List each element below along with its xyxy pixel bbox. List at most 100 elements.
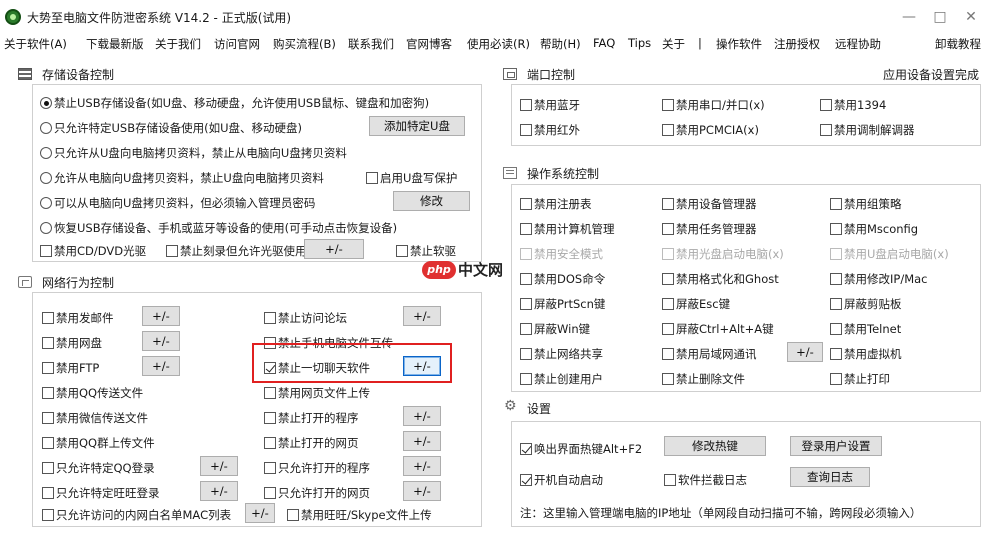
checkbox[interactable] [820,99,832,111]
disable-cd-dvd-checkbox[interactable]: 禁用CD/DVD光驱 [40,243,146,259]
checkbox[interactable] [264,462,276,474]
storage-radio-admin-password[interactable]: 可以从电脑向U盘拷贝资料，但必须输入管理员密码 [40,195,315,211]
query-log-button[interactable]: 查询日志 [790,467,870,487]
menu-uninstall-guide[interactable]: 卸载教程 [935,36,981,52]
block-burn-checkbox[interactable]: 禁止刻录但允许光驱使用 [166,243,307,259]
checkbox[interactable] [830,298,842,310]
menu-about-software[interactable]: 关于软件(A) [4,36,67,52]
menu-register[interactable]: 注册授权 [774,36,820,52]
storage-radio-block-usb[interactable]: 禁止USB存储设备(如U盘、移动硬盘，允许使用USB鼠标、键盘和加密狗) [40,95,429,111]
checkbox[interactable] [520,443,532,455]
checkbox[interactable] [830,223,842,235]
checkbox[interactable] [830,373,842,385]
checkbox[interactable] [520,348,532,360]
block-ftp-checkbox[interactable]: 禁用FTP [42,360,99,376]
menu-about[interactable]: 关于 [662,36,685,52]
checkbox[interactable] [396,245,408,257]
radio-button[interactable] [40,172,52,184]
checkbox[interactable] [520,373,532,385]
checkbox[interactable] [520,474,532,486]
minimize-button[interactable]: — [899,8,919,26]
radio-button[interactable] [40,222,52,234]
modify-hotkey-button[interactable]: 修改热键 [664,436,766,456]
menu-faq[interactable]: FAQ [593,36,615,50]
disable-dos-checkbox[interactable]: 禁用DOS命令 [520,271,605,287]
checkbox[interactable] [520,99,532,111]
checkbox[interactable] [520,124,532,136]
disable-device-manager-checkbox[interactable]: 禁用设备管理器 [662,196,757,212]
block-clipboard-checkbox[interactable]: 屏蔽剪贴板 [830,296,902,312]
block-esc-checkbox[interactable]: 屏蔽Esc键 [662,296,730,312]
checkbox[interactable] [662,323,674,335]
disable-infrared-checkbox[interactable]: 禁用红外 [520,122,580,138]
disable-registry-checkbox[interactable]: 禁用注册表 [520,196,592,212]
block-wangwang-skype-upload-checkbox[interactable]: 禁用旺旺/Skype文件上传 [287,507,432,523]
radio-button[interactable] [40,147,52,159]
menu-visit-site[interactable]: 访问官网 [214,36,260,52]
storage-radio-usb-to-pc[interactable]: 只允许从U盘向电脑拷贝资料，禁止从电脑向U盘拷贝资料 [40,145,347,161]
menu-download-latest[interactable]: 下载最新版 [86,36,144,52]
checkbox[interactable] [830,273,842,285]
wangwang-whitelist-button[interactable]: +/- [200,481,238,501]
block-create-user-checkbox[interactable]: 禁止创建用户 [520,371,603,387]
block-ctrl-alt-a-checkbox[interactable]: 屏蔽Ctrl+Alt+A键 [662,321,774,337]
menu-contact-us[interactable]: 联系我们 [348,36,394,52]
disable-modem-checkbox[interactable]: 禁用调制解调器 [820,122,915,138]
forum-options-button[interactable]: +/- [403,306,441,326]
checkbox[interactable] [366,172,378,184]
block-forum-checkbox[interactable]: 禁止访问论坛 [264,310,347,326]
radio-button[interactable] [40,97,52,109]
disable-1394-checkbox[interactable]: 禁用1394 [820,97,886,113]
block-print-checkbox[interactable]: 禁止打印 [830,371,890,387]
allow-webpages-button[interactable]: +/- [403,481,441,501]
menu-purchase-flow[interactable]: 购买流程(B) [273,36,336,52]
menu-about-us[interactable]: 关于我们 [155,36,201,52]
checkbox[interactable] [520,223,532,235]
modify-password-button[interactable]: 修改 [393,191,470,211]
login-user-settings-button[interactable]: 登录用户设置 [790,436,882,456]
disable-group-policy-checkbox[interactable]: 禁用组策略 [830,196,902,212]
checkbox[interactable] [42,412,54,424]
hotkey-checkbox[interactable]: 唤出界面热键Alt+F2 [520,441,642,457]
allow-webpages-checkbox[interactable]: 只允许打开的网页 [264,485,370,501]
mac-whitelist-checkbox[interactable]: 只允许访问的内网白名单MAC列表 [42,507,231,523]
disable-task-manager-checkbox[interactable]: 禁用任务管理器 [662,221,757,237]
disable-format-ghost-checkbox[interactable]: 禁用格式化和Ghost [662,271,779,287]
radio-button[interactable] [40,122,52,134]
checkbox[interactable] [264,437,276,449]
checkbox[interactable] [264,362,276,374]
block-email-checkbox[interactable]: 禁用发邮件 [42,310,114,326]
menu-operate-software[interactable]: 操作软件 [716,36,762,52]
checkbox[interactable] [264,487,276,499]
checkbox[interactable] [520,298,532,310]
block-network-share-checkbox[interactable]: 禁止网络共享 [520,346,603,362]
checkbox[interactable] [42,362,54,374]
programs-options-button[interactable]: +/- [403,406,441,426]
allow-programs-checkbox[interactable]: 只允许打开的程序 [264,460,370,476]
close-button[interactable]: ✕ [961,8,981,26]
checkbox[interactable] [662,198,674,210]
maximize-button[interactable]: □ [930,8,950,26]
checkbox[interactable] [42,312,54,324]
checkbox[interactable] [42,387,54,399]
checkbox[interactable] [40,245,52,257]
disable-pcmcia-checkbox[interactable]: 禁用PCMCIA(x) [662,122,759,138]
autostart-checkbox[interactable]: 开机自动启动 [520,472,603,488]
block-prtscn-checkbox[interactable]: 屏蔽PrtScn键 [520,296,605,312]
allow-specific-qq-checkbox[interactable]: 只允许特定QQ登录 [42,460,155,476]
disable-computer-management-checkbox[interactable]: 禁用计算机管理 [520,221,615,237]
checkbox[interactable] [264,312,276,324]
checkbox[interactable] [520,323,532,335]
checkbox[interactable] [662,298,674,310]
checkbox[interactable] [662,373,674,385]
storage-radio-pc-to-usb[interactable]: 允许从电脑向U盘拷贝资料，禁止U盘向电脑拷贝资料 [40,170,324,186]
intercept-log-checkbox[interactable]: 软件拦截日志 [664,472,747,488]
checkbox[interactable] [287,509,299,521]
disable-ip-mac-change-checkbox[interactable]: 禁用修改IP/Mac [830,271,928,287]
lan-options-button[interactable]: +/- [787,342,823,362]
checkbox[interactable] [42,487,54,499]
checkbox[interactable] [830,323,842,335]
block-qq-group-upload-checkbox[interactable]: 禁用QQ群上传文件 [42,435,155,451]
radio-button[interactable] [40,197,52,209]
block-netdisk-checkbox[interactable]: 禁用网盘 [42,335,102,351]
